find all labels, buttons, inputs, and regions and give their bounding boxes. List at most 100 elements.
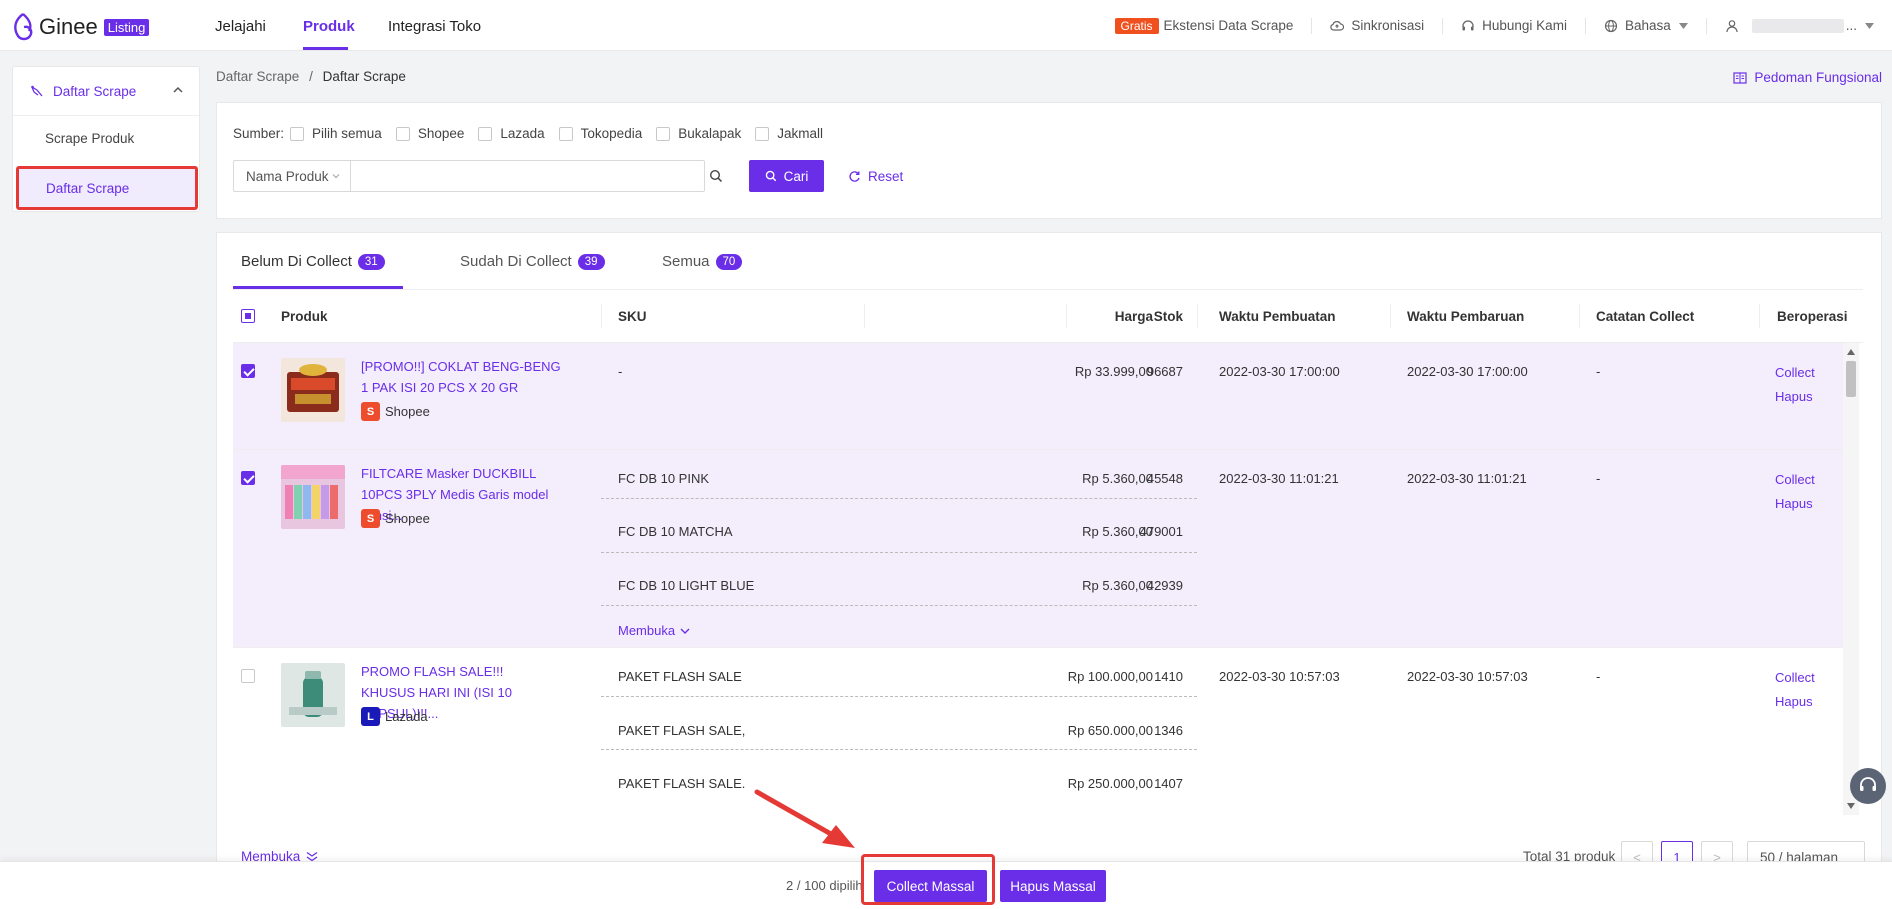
product-table-card: Belum Di Collect 31 Sudah Di Collect 39 …	[216, 232, 1882, 869]
checkbox-lazada[interactable]	[478, 126, 493, 141]
collect-link[interactable]: Collect	[1775, 670, 1815, 685]
delete-link[interactable]: Hapus	[1775, 496, 1813, 511]
search-field-select[interactable]: Nama Produk	[233, 160, 350, 192]
tab-label: Sudah Di Collect	[460, 253, 572, 270]
stock-cell: 1346	[1154, 723, 1183, 738]
stock-cell: 479001	[1139, 524, 1183, 539]
sidebar-item-daftar-scrape[interactable]: Daftar Scrape	[16, 166, 198, 210]
sidebar-group-daftar-scrape[interactable]: Daftar Scrape	[13, 67, 199, 116]
column-divider	[1197, 304, 1198, 328]
guide-link[interactable]: Pedoman Fungsional	[1733, 70, 1882, 85]
ginee-logo-icon	[14, 13, 33, 41]
stock-cell: 45548	[1146, 471, 1183, 486]
reset-button[interactable]: Reset	[848, 160, 903, 192]
nav-tab-produk[interactable]: Produk	[303, 18, 355, 35]
delete-link[interactable]: Hapus	[1775, 694, 1813, 709]
sync-label: Sinkronisasi	[1351, 18, 1425, 33]
shopee-icon: S	[361, 402, 380, 421]
guide-label: Pedoman Fungsional	[1754, 70, 1882, 85]
updated-time-cell: 2022-03-30 10:57:03	[1407, 669, 1528, 684]
chevron-down-icon	[680, 628, 690, 634]
scroll-up-arrow-icon[interactable]	[1847, 349, 1855, 355]
nav-tab-jelajahi[interactable]: Jelajahi	[215, 18, 266, 35]
source-option-label: Shopee	[417, 126, 465, 141]
product-source: L Lazada	[361, 707, 428, 726]
tab-belum-di-collect[interactable]: Belum Di Collect 31	[241, 253, 385, 270]
help-chat-button[interactable]	[1850, 768, 1886, 804]
contact-link[interactable]: Hubungi Kami	[1443, 17, 1586, 34]
search-input[interactable]	[350, 160, 705, 192]
table-row: [PROMO!!] COKLAT BENG-BENG 1 PAK ISI 20 …	[233, 343, 1843, 450]
ginee-logo[interactable]: Ginee Listing	[10, 12, 150, 42]
scrape-icon	[31, 85, 43, 97]
source-label: Sumber:	[233, 126, 285, 141]
search-button-label: Cari	[783, 168, 809, 184]
tab-semua[interactable]: Semua 70	[662, 253, 743, 270]
shopee-icon: S	[361, 509, 380, 528]
expand-variants-link[interactable]: Membuka	[618, 623, 690, 638]
globe-icon	[1604, 19, 1618, 32]
headset-icon	[1462, 19, 1474, 30]
scroll-down-arrow-icon[interactable]	[1847, 803, 1855, 809]
hapus-massal-button[interactable]: Hapus Massal	[1000, 870, 1106, 902]
brand-name: Ginee	[39, 14, 98, 39]
tab-sudah-di-collect[interactable]: Sudah Di Collect 39	[460, 253, 605, 270]
variant-divider	[601, 552, 1197, 553]
sku-cell: PAKET FLASH SALE	[618, 669, 742, 684]
breadcrumb-parent[interactable]: Daftar Scrape	[216, 69, 299, 84]
sku-cell: -	[618, 364, 623, 379]
stock-cell: 96687	[1146, 364, 1183, 379]
column-divider	[601, 304, 602, 328]
book-icon	[1733, 71, 1748, 84]
checkbox-tokopedia[interactable]	[558, 126, 573, 141]
lazada-icon: L	[361, 707, 380, 726]
sync-link[interactable]: Sinkronisasi	[1312, 17, 1444, 34]
breadcrumb: Daftar Scrape / Daftar Scrape	[216, 69, 406, 84]
sku-cell: PAKET FLASH SALE.	[618, 776, 746, 791]
reset-icon	[849, 170, 860, 182]
product-title-link[interactable]: [PROMO!!] COKLAT BENG-BENG 1 PAK ISI 20 …	[361, 356, 561, 398]
collect-link[interactable]: Collect	[1775, 472, 1815, 487]
extension-link[interactable]: Gratis Ekstensi Data Scrape	[1097, 17, 1313, 34]
collect-link[interactable]: Collect	[1775, 365, 1815, 380]
stock-cell: 1407	[1154, 776, 1183, 791]
breadcrumb-current: Daftar Scrape	[322, 69, 406, 84]
row-checkbox[interactable]	[241, 364, 255, 378]
checkbox-bukalapak[interactable]	[656, 126, 671, 141]
hapus-massal-label: Hapus Massal	[1010, 878, 1096, 894]
search-field-value: Nama Produk	[246, 169, 329, 184]
checkbox-shopee[interactable]	[395, 126, 410, 141]
sku-cell: FC DB 10 PINK	[618, 471, 710, 486]
tab-label: Belum Di Collect	[241, 253, 352, 270]
source-option-label: Jakmall	[777, 126, 824, 141]
language-select[interactable]: Bahasa	[1586, 17, 1707, 34]
product-thumbnail[interactable]	[281, 663, 345, 727]
product-thumbnail[interactable]	[281, 465, 345, 529]
delete-link[interactable]: Hapus	[1775, 389, 1813, 404]
table-row: PROMO FLASH SALE!!! KHUSUS HARI INI (ISI…	[233, 648, 1843, 795]
extension-label: Ekstensi Data Scrape	[1163, 18, 1294, 33]
filter-panel: Sumber: Pilih semua Shopee Lazada Tokope…	[216, 102, 1882, 219]
checkbox-jakmall[interactable]	[755, 126, 770, 141]
search-icon[interactable]	[709, 169, 723, 183]
table-scrollbar[interactable]	[1843, 343, 1859, 815]
user-menu[interactable]: ...	[1707, 18, 1892, 34]
row-checkbox[interactable]	[241, 471, 255, 485]
updated-time-cell: 2022-03-30 17:00:00	[1407, 364, 1528, 379]
updated-time-cell: 2022-03-30 11:01:21	[1407, 471, 1527, 486]
column-header-waktu-pembuatan: Waktu Pembuatan	[1219, 309, 1336, 324]
caret-down-icon	[1678, 22, 1688, 29]
sidebar-item-scrape-produk[interactable]: Scrape Produk	[13, 116, 199, 160]
collect-note-cell: -	[1596, 669, 1601, 684]
select-all-checkbox[interactable]	[241, 309, 255, 323]
row-checkbox[interactable]	[241, 669, 255, 683]
product-thumbnail[interactable]	[281, 358, 345, 422]
checkbox-pilih-semua[interactable]	[290, 126, 305, 141]
language-label: Bahasa	[1624, 18, 1671, 33]
scrollbar-thumb[interactable]	[1846, 361, 1856, 397]
search-button[interactable]: Cari	[749, 160, 824, 192]
source-name: Shopee	[385, 404, 430, 419]
tab-label: Semua	[662, 253, 710, 270]
nav-tab-integrasi-toko[interactable]: Integrasi Toko	[388, 18, 481, 35]
highlight-box	[861, 854, 995, 905]
